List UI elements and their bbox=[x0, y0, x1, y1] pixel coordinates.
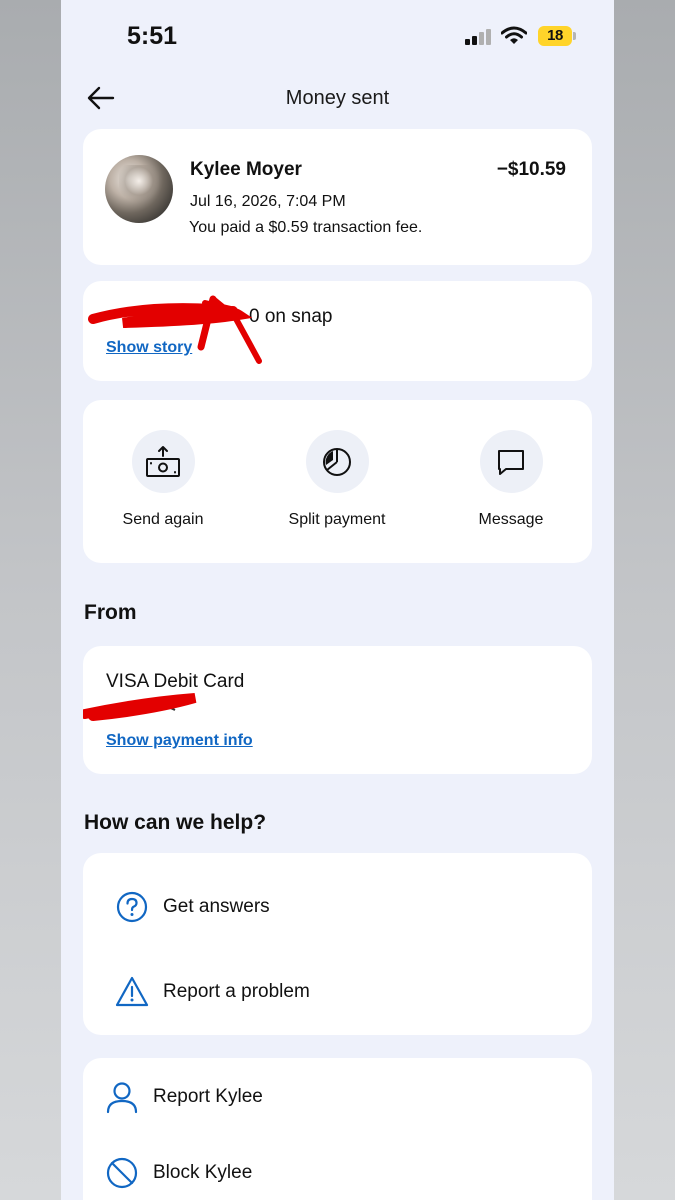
transaction-fee-note: You paid a $0.59 transaction fee. bbox=[189, 219, 423, 236]
action-label: Message bbox=[478, 511, 544, 528]
phone-screen: 5:51 18 Money sent Kylee Moyer −$10.59 J… bbox=[61, 0, 614, 1200]
message-button[interactable]: Message bbox=[431, 430, 591, 529]
get-answers-item[interactable]: Get answers bbox=[115, 885, 555, 929]
payment-method-name: VISA Debit Card bbox=[106, 671, 245, 692]
user-action-label: Block Kylee bbox=[153, 1162, 253, 1183]
payment-method-card: VISA Debit Card Show payment info bbox=[83, 646, 592, 774]
transaction-card: Kylee Moyer −$10.59 Jul 16, 2026, 7:04 P… bbox=[83, 129, 592, 265]
action-label: Split payment bbox=[288, 511, 386, 528]
status-time: 5:51 bbox=[127, 22, 178, 50]
split-payment-button[interactable]: Split payment bbox=[257, 430, 417, 529]
recipient-name: Kylee Moyer bbox=[190, 159, 302, 180]
pie-chart-icon bbox=[323, 447, 351, 476]
note-text: 0 on snap bbox=[249, 306, 333, 327]
user-actions-card: Report Kylee Block Kylee bbox=[83, 1058, 592, 1200]
person-icon bbox=[106, 1082, 138, 1114]
battery-tip bbox=[573, 32, 576, 40]
block-user-item[interactable]: Block Kylee bbox=[105, 1151, 545, 1195]
help-section-title: How can we help? bbox=[84, 811, 267, 834]
action-icon-circle bbox=[305, 430, 369, 493]
redaction-scribble bbox=[88, 295, 262, 364]
send-again-button[interactable]: Send again bbox=[83, 430, 243, 529]
report-user-item[interactable]: Report Kylee bbox=[105, 1075, 545, 1119]
show-payment-info-link[interactable]: Show payment info bbox=[106, 732, 253, 750]
transaction-date: Jul 16, 2026, 7:04 PM bbox=[190, 193, 346, 210]
user-action-label: Report Kylee bbox=[153, 1086, 263, 1107]
note-card: 0 on snap Show story bbox=[83, 281, 592, 381]
transaction-amount: −$10.59 bbox=[496, 159, 566, 180]
background-right bbox=[614, 0, 675, 1200]
report-problem-item[interactable]: Report a problem bbox=[115, 970, 555, 1014]
from-section-title: From bbox=[84, 601, 137, 624]
help-card: Get answers Report a problem bbox=[83, 853, 592, 1035]
action-label: Send again bbox=[122, 511, 204, 528]
show-story-link[interactable]: Show story bbox=[106, 339, 192, 357]
warning-triangle-icon bbox=[115, 976, 149, 1007]
signal-icon bbox=[465, 29, 493, 45]
background-left bbox=[0, 0, 61, 1200]
page-title: Money sent bbox=[285, 87, 390, 109]
actions-card: Send again Split payment Message bbox=[83, 400, 592, 563]
block-icon bbox=[106, 1157, 138, 1189]
redaction-scribble bbox=[83, 693, 197, 721]
question-circle-icon bbox=[116, 891, 148, 923]
action-icon-circle bbox=[479, 430, 543, 493]
wifi-icon bbox=[501, 26, 527, 44]
send-money-icon bbox=[146, 445, 180, 477]
message-icon bbox=[498, 449, 524, 475]
avatar[interactable] bbox=[105, 155, 173, 223]
help-item-label: Get answers bbox=[163, 896, 270, 917]
help-item-label: Report a problem bbox=[163, 981, 310, 1002]
action-icon-circle bbox=[131, 430, 195, 493]
battery-indicator: 18 bbox=[538, 26, 572, 46]
